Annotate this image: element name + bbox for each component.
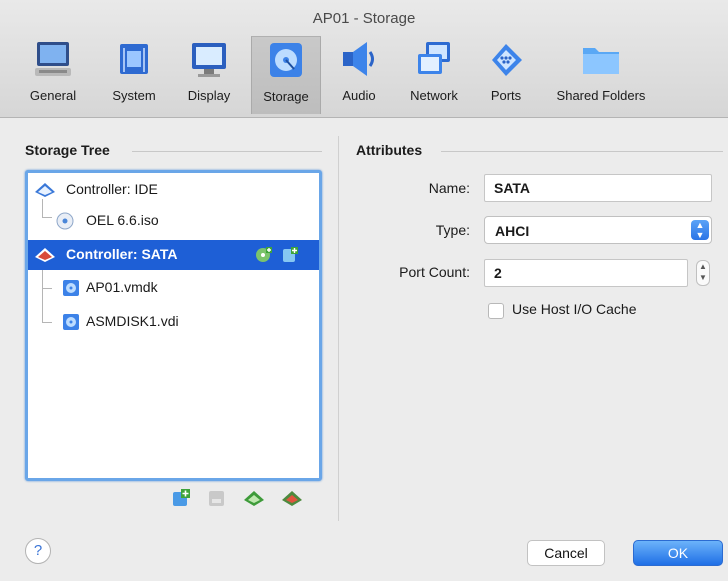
help-button[interactable]: ? <box>25 538 51 564</box>
tree-item-label: OEL 6.6.iso <box>86 212 159 228</box>
optical-disk-icon <box>56 212 74 230</box>
name-label: Name: <box>428 180 470 196</box>
attributes-heading: Attributes <box>356 142 423 158</box>
storage-tree-rule <box>132 151 322 152</box>
storage-settings-window: AP01 - Storage General System Display St… <box>0 0 728 581</box>
panel-divider <box>338 136 339 521</box>
tree-item-controller-sata[interactable]: Controller: SATA <box>28 240 319 270</box>
window-title: AP01 - Storage <box>312 10 416 27</box>
add-controller-icon[interactable] <box>243 488 265 508</box>
settings-toolbar: AP01 - Storage General System Display St… <box>0 0 728 118</box>
name-field[interactable]: SATA <box>484 174 712 202</box>
tab-system-label: System <box>112 88 156 103</box>
type-label: Type: <box>435 222 470 238</box>
hard-disk-icon <box>63 314 79 330</box>
use-host-io-cache-label: Use Host I/O Cache <box>512 301 637 317</box>
port-count-label: Port Count: <box>399 264 470 280</box>
remove-controller-icon[interactable] <box>281 488 303 508</box>
general-icon <box>35 42 71 76</box>
remove-attachment-icon[interactable] <box>207 488 227 508</box>
tree-item-ap01-vmdk[interactable]: AP01.vmdk <box>28 273 319 303</box>
type-select-value: AHCI <box>495 223 530 239</box>
tree-item-controller-ide[interactable]: Controller: IDE <box>28 175 319 205</box>
add-optical-drive-icon[interactable] <box>255 246 273 264</box>
shared-folders-icon <box>583 48 619 74</box>
tab-system[interactable]: System <box>100 36 168 114</box>
tab-audio[interactable]: Audio <box>330 36 388 114</box>
tree-item-label: Controller: IDE <box>66 181 158 197</box>
tab-general-label: General <box>29 88 77 103</box>
stepper-up-icon: ▲ <box>699 262 707 271</box>
hard-disk-icon <box>63 280 79 296</box>
tab-audio-label: Audio <box>342 88 376 103</box>
port-count-field[interactable]: 2 <box>484 259 688 287</box>
sata-controller-icon <box>35 248 55 262</box>
tab-shared-folders-label: Shared Folders <box>556 88 646 103</box>
add-hard-disk-icon[interactable] <box>281 246 299 264</box>
use-host-io-cache-checkbox[interactable] <box>488 303 504 319</box>
storage-icon <box>270 43 302 77</box>
add-attachment-icon[interactable] <box>171 488 191 508</box>
ports-icon <box>492 44 522 76</box>
storage-tree-toolbar <box>171 488 303 508</box>
cancel-button[interactable]: Cancel <box>527 540 605 566</box>
storage-tree-heading: Storage Tree <box>25 142 110 158</box>
controller-actions <box>255 246 299 264</box>
tab-network-label: Network <box>410 88 458 103</box>
attributes-rule <box>441 151 723 152</box>
tree-item-label: ASMDISK1.vdi <box>86 313 179 329</box>
storage-tree[interactable]: Controller: IDE OEL 6.6.iso Controller: … <box>25 170 322 481</box>
type-select[interactable]: AHCI ▲ ▼ <box>484 216 712 244</box>
tab-network[interactable]: Network <box>396 36 472 114</box>
tab-general[interactable]: General <box>18 36 88 114</box>
audio-icon <box>343 42 374 76</box>
tab-display[interactable]: Display <box>176 36 242 114</box>
tab-storage-label: Storage <box>263 89 309 104</box>
network-icon <box>418 42 450 74</box>
stepper-down-icon: ▼ <box>699 273 707 282</box>
tab-ports[interactable]: Ports <box>478 36 534 114</box>
tree-item-label: Controller: SATA <box>66 246 178 262</box>
ok-button[interactable]: OK <box>633 540 723 566</box>
tab-storage[interactable]: Storage <box>251 36 321 114</box>
tree-item-label: AP01.vmdk <box>86 279 158 295</box>
chevron-up-down-icon: ▲ ▼ <box>691 220 709 240</box>
tree-item-oel-iso[interactable]: OEL 6.6.iso <box>28 206 319 236</box>
tab-display-label: Display <box>187 88 231 103</box>
display-icon <box>192 43 226 77</box>
system-icon <box>120 44 148 74</box>
tree-item-asmdisk1-vdi[interactable]: ASMDISK1.vdi <box>28 307 319 337</box>
port-count-stepper[interactable]: ▲ ▼ <box>696 260 710 286</box>
ide-controller-icon <box>35 183 55 197</box>
tab-shared-folders[interactable]: Shared Folders <box>542 36 660 114</box>
tab-ports-label: Ports <box>490 88 522 103</box>
